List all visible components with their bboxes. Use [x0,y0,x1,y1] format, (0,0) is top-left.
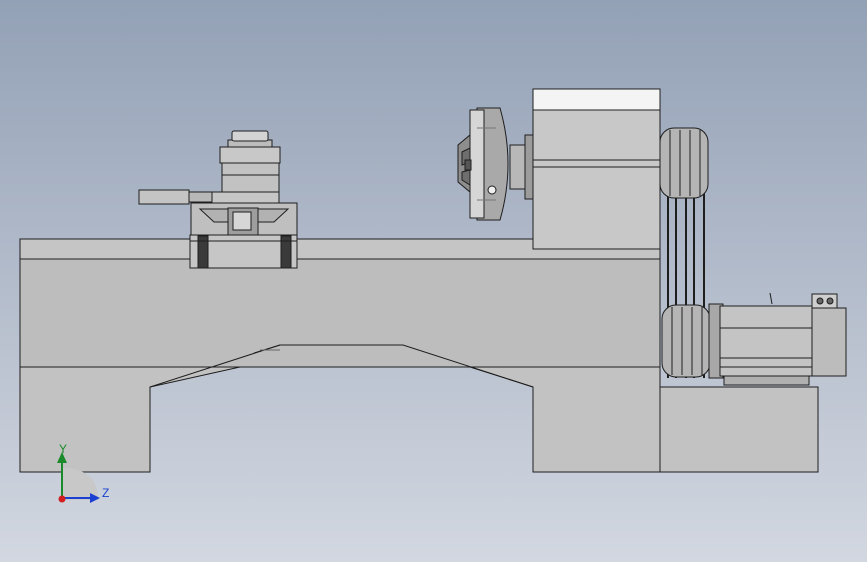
cross-slide[interactable] [190,202,298,236]
axis-z-label: Z [102,486,110,500]
carriage-saddle[interactable] [189,234,298,269]
tool-post[interactable] [138,130,281,205]
drive-pulleys-and-belts[interactable] [659,127,711,378]
lathe-model[interactable] [0,0,867,562]
axis-x-origin [58,495,66,503]
axis-y-label: Y [59,442,68,456]
lathe-bed[interactable] [19,238,661,473]
headstock[interactable] [509,88,661,250]
cad-graphics-viewport[interactable]: Y Z [0,0,867,562]
servo-motor[interactable] [708,292,847,386]
three-jaw-chuck[interactable] [457,107,509,221]
